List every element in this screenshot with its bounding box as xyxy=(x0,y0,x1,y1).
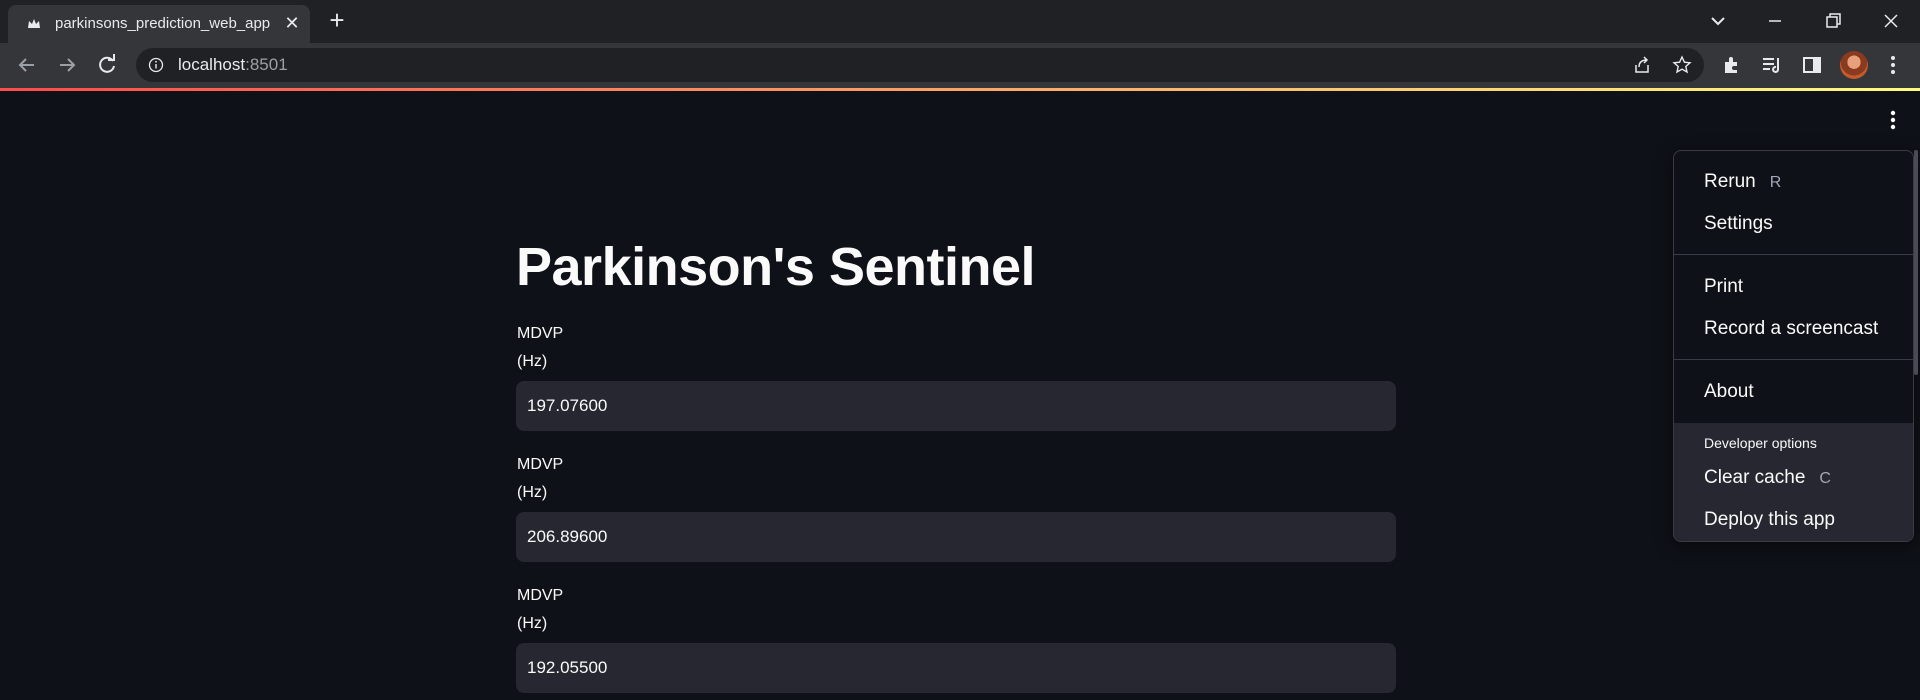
streamlit-crown-icon xyxy=(28,19,40,28)
streamlit-decoration-bar xyxy=(0,88,1920,91)
new-tab-button[interactable]: + xyxy=(325,7,349,33)
address-bar[interactable]: localhost:8501 xyxy=(136,48,1704,82)
browser-menu-icon[interactable] xyxy=(1882,54,1904,76)
menu-item-print[interactable]: Print xyxy=(1674,267,1913,307)
menu-item-clear-cache[interactable]: Clear cache C xyxy=(1674,458,1913,498)
back-icon[interactable] xyxy=(14,52,40,78)
browser-tab[interactable]: parkinsons_prediction_web_app ✕ xyxy=(8,5,310,43)
menu-item-rerun[interactable]: Rerun R xyxy=(1674,162,1913,202)
extensions-icon[interactable] xyxy=(1721,54,1743,76)
url-text: localhost:8501 xyxy=(178,55,288,74)
developer-options-heading: Developer options xyxy=(1704,435,1817,451)
field-label: MDVP (Hz) xyxy=(517,587,564,632)
bookmark-star-icon[interactable] xyxy=(1672,55,1692,75)
page-title: Parkinson's Sentinel xyxy=(516,237,1036,297)
menu-item-deploy[interactable]: Deploy this app xyxy=(1674,500,1913,540)
browser-toolbar: localhost:8501 xyxy=(0,43,1920,88)
field-label: MDVP (Hz) xyxy=(517,456,564,501)
app-menu-icon[interactable] xyxy=(1882,109,1904,131)
minimize-icon[interactable] xyxy=(1760,6,1790,36)
mdvp-fo-input[interactable] xyxy=(516,381,1396,431)
menu-item-about[interactable]: About xyxy=(1674,372,1913,412)
mdvp-fhi-input[interactable] xyxy=(516,512,1396,562)
site-info-icon[interactable] xyxy=(148,57,164,73)
forward-icon[interactable] xyxy=(54,52,80,78)
tab-close-icon[interactable]: ✕ xyxy=(282,13,302,33)
menu-item-settings[interactable]: Settings xyxy=(1674,204,1913,244)
developer-options-section: Developer options Clear cache C Deploy th… xyxy=(1674,423,1913,541)
share-icon[interactable] xyxy=(1632,55,1652,75)
menu-divider xyxy=(1674,359,1913,360)
tab-title: parkinsons_prediction_web_app xyxy=(55,15,271,32)
browser-tab-bar: parkinsons_prediction_web_app ✕ + xyxy=(0,0,1920,43)
restore-icon[interactable] xyxy=(1818,6,1848,36)
page-scrollbar[interactable] xyxy=(1914,150,1918,375)
menu-item-record-screencast[interactable]: Record a screencast xyxy=(1674,309,1913,349)
close-window-icon[interactable] xyxy=(1876,6,1906,36)
field-label: MDVP (Hz) xyxy=(517,325,564,370)
profile-avatar[interactable] xyxy=(1840,51,1868,79)
media-queue-icon[interactable] xyxy=(1761,54,1783,76)
menu-divider xyxy=(1674,254,1913,255)
mdvp-flo-input[interactable] xyxy=(516,643,1396,693)
reload-icon[interactable] xyxy=(94,52,120,78)
side-panel-icon[interactable] xyxy=(1801,54,1823,76)
tab-search-icon[interactable] xyxy=(1703,6,1733,36)
app-main-menu: Rerun R Settings Print Record a screencas… xyxy=(1673,150,1914,542)
